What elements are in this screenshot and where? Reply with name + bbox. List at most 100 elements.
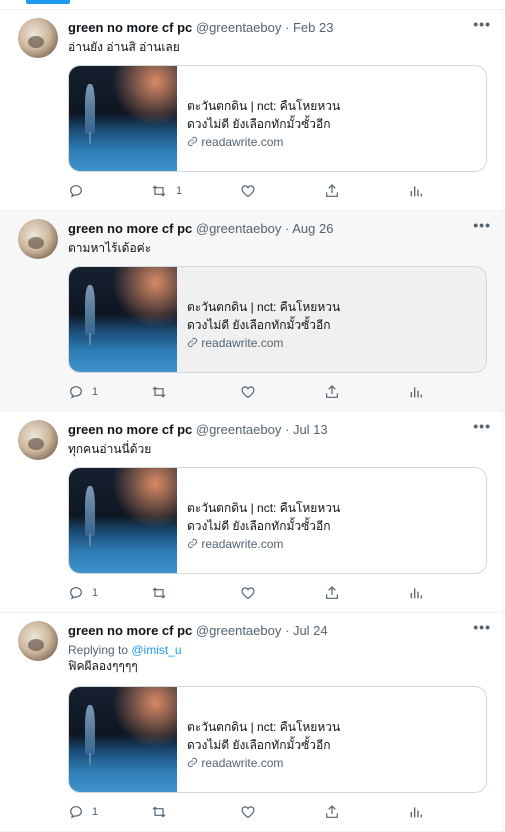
divider [502,412,503,612]
retweet-button[interactable] [150,804,176,820]
heart-icon [241,185,255,198]
avatar[interactable] [18,621,58,661]
replying-to-label: Replying to [68,643,132,657]
analytics-button[interactable] [408,585,424,601]
tweet[interactable]: green no more cf pc @greentaeboy · Jul 2… [0,613,505,832]
tweet-actions: 1 [68,183,491,199]
tweet[interactable]: green no more cf pc @greentaeboy · Feb 2… [0,10,505,211]
retweet-icon [152,587,166,599]
reply-button[interactable]: 1 [68,585,98,601]
separator: · [284,20,290,35]
reply-icon [70,806,82,819]
retweet-icon [152,185,166,197]
display-name[interactable]: green no more cf pc [68,20,192,35]
card-domain: readawrite.com [201,135,284,149]
link-card[interactable]: ตะวันตกดิน | nct: คืนโหยหวน ดวงไม่ดี ยัง… [68,266,487,373]
like-button[interactable] [240,183,264,199]
separator: · [284,221,290,236]
share-button[interactable] [324,585,340,601]
card-domain: readawrite.com [201,537,284,551]
card-title: ตะวันตกดิน | nct: คืนโหยหวน [187,99,341,113]
tweet-date[interactable]: Aug 26 [292,221,333,236]
reply-mention-link[interactable]: @imist_u [131,643,181,657]
tweet-header: green no more cf pc @greentaeboy · Aug 2… [68,217,491,239]
link-card[interactable]: ตะวันตกดิน | nct: คืนโหยหวน ดวงไม่ดี ยัง… [68,65,487,172]
active-tab-indicator [26,0,70,4]
analytics-button[interactable] [408,183,424,199]
analytics-button[interactable] [408,384,424,400]
link-card[interactable]: ตะวันตกดิน | nct: คืนโหยหวน ดวงไม่ดี ยัง… [68,686,487,793]
tweet-actions: 1 [68,384,491,400]
like-button[interactable] [240,384,264,400]
analytics-icon [410,807,422,818]
tweet-date[interactable]: Jul 24 [293,623,328,638]
reply-icon [70,587,82,600]
tweet-date[interactable]: Feb 23 [293,20,333,35]
divider [502,10,503,210]
like-button[interactable] [240,804,264,820]
share-button[interactable] [324,384,340,400]
reply-count: 1 [92,806,99,818]
user-handle[interactable]: @greentaeboy [196,221,281,236]
reply-button[interactable]: 1 [68,384,98,400]
analytics-button[interactable] [408,804,424,820]
tweet-actions: 1 [68,585,491,601]
display-name[interactable]: green no more cf pc [68,623,192,638]
reply-icon [70,185,82,198]
user-handle[interactable]: @greentaeboy [196,422,281,437]
card-description: ดวงไม่ดี ยังเลือกทักมั้วซั้วอีก [187,738,331,752]
avatar[interactable] [18,420,58,460]
tweet-text: ทุกคนอ่านนี่ด้วย [68,442,152,456]
tweet-actions: 1 [68,804,491,820]
more-options-icon[interactable]: ••• [473,16,491,32]
analytics-icon [410,588,422,599]
link-icon [187,757,198,768]
separator: · [284,623,290,638]
tweet-header: green no more cf pc @greentaeboy · Jul 1… [68,418,491,440]
reply-count: 1 [92,587,99,599]
more-options-icon[interactable]: ••• [473,418,491,434]
tweet-text: ตามหาไร้เด้อค่ะ [68,241,152,255]
card-domain: readawrite.com [201,336,284,350]
avatar[interactable] [18,18,58,58]
retweet-button[interactable] [150,585,176,601]
link-icon [187,136,198,147]
retweet-icon [152,386,166,398]
more-options-icon[interactable]: ••• [473,619,491,635]
card-title: ตะวันตกดิน | nct: คืนโหยหวน [187,720,341,734]
heart-icon [241,386,255,399]
tweet[interactable]: green no more cf pc @greentaeboy · Aug 2… [0,211,505,412]
display-name[interactable]: green no more cf pc [68,221,192,236]
replying-to: Replying to @imist_u [68,642,182,658]
user-handle[interactable]: @greentaeboy [196,20,281,35]
tweet-feed: green no more cf pc @greentaeboy · Feb 2… [0,10,505,832]
reply-button[interactable] [68,183,92,199]
link-card[interactable]: ตะวันตกดิน | nct: คืนโหยหวน ดวงไม่ดี ยัง… [68,467,487,574]
display-name[interactable]: green no more cf pc [68,422,192,437]
user-handle[interactable]: @greentaeboy [196,623,281,638]
separator: · [284,422,290,437]
share-button[interactable] [324,804,340,820]
avatar[interactable] [18,219,58,259]
share-button[interactable] [324,183,340,199]
reply-button[interactable]: 1 [68,804,98,820]
tweet-text: อ่านยัง อ่านสิ อ่านเลย [68,40,180,54]
card-description: ดวงไม่ดี ยังเลือกทักมั้วซั้วอีก [187,117,331,131]
card-description: ดวงไม่ดี ยังเลือกทักมั้วซั้วอีก [187,519,331,533]
like-button[interactable] [240,585,264,601]
divider [502,613,503,831]
tweet-header: green no more cf pc @greentaeboy · Feb 2… [68,16,491,38]
card-domain: readawrite.com [201,756,284,770]
more-options-icon[interactable]: ••• [473,217,491,233]
retweet-button[interactable] [150,384,176,400]
link-icon [187,337,198,348]
tweet-date[interactable]: Jul 13 [293,422,328,437]
tweet[interactable]: green no more cf pc @greentaeboy · Jul 1… [0,412,505,613]
retweet-icon [152,806,166,818]
card-thumbnail [69,66,177,171]
heart-icon [241,587,255,600]
retweet-button[interactable]: 1 [150,183,182,199]
card-title: ตะวันตกดิน | nct: คืนโหยหวน [187,300,341,314]
share-icon [326,586,338,599]
card-thumbnail [69,468,177,573]
